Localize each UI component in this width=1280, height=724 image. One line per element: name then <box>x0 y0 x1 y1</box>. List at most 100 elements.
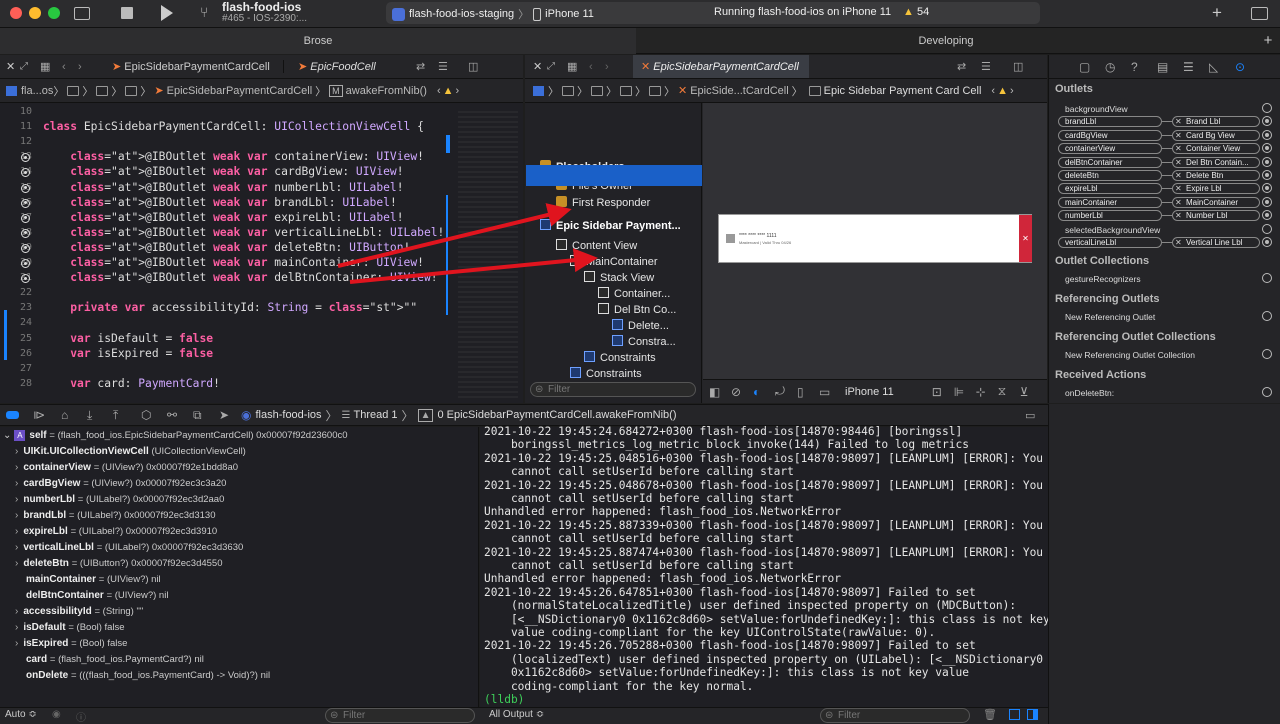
grid-icon[interactable]: ▦ <box>40 60 62 73</box>
variable-row[interactable]: ⌄ Aself = (flash_food_ios.EpicSidebarPaym… <box>3 430 348 441</box>
bug-icon[interactable]: ⊘ <box>731 385 753 399</box>
cell-preview[interactable]: **** **** **** 1111 Mastercard | Valid T… <box>718 214 1032 263</box>
outline-item[interactable]: MainContainer <box>570 255 658 268</box>
identity-icon[interactable]: ▤ <box>1157 60 1183 74</box>
connected-icon[interactable] <box>1262 237 1272 247</box>
disclosure-icon[interactable]: › <box>15 622 18 633</box>
delete-button[interactable]: ✕ <box>1019 215 1032 262</box>
continue-icon[interactable]: ⌂ <box>61 408 87 422</box>
outline-item[interactable]: Stack View <box>584 271 654 284</box>
outline-item[interactable]: Constraints <box>584 351 656 364</box>
back-icon[interactable]: ‹ <box>62 61 78 73</box>
back-icon[interactable]: ‹ <box>589 61 605 73</box>
outlet-name[interactable]: verticalLineLbl <box>1058 237 1162 248</box>
outlet-target[interactable]: Number Lbl <box>1172 210 1260 222</box>
variable-row[interactable]: mainContainer = (UIView?) nil <box>26 574 161 585</box>
connect-icon[interactable] <box>1262 103 1272 113</box>
size-icon[interactable]: ◺ <box>1209 60 1235 74</box>
remove-connection-icon[interactable]: ✕ <box>1175 171 1182 180</box>
outlet-target[interactable]: Expire Lbl <box>1172 183 1260 195</box>
remove-connection-icon[interactable]: ✕ <box>1175 198 1182 207</box>
variable-row[interactable]: onDelete = (((flash_food_ios.PaymentCard… <box>26 670 270 681</box>
connect-icon[interactable] <box>1262 349 1272 359</box>
outlet-connection-icon[interactable] <box>21 183 30 193</box>
disclosure-icon[interactable]: › <box>15 606 18 617</box>
outline-toggle-icon[interactable]: ◧ <box>709 385 731 399</box>
navigator-toggle-icon[interactable] <box>74 7 90 20</box>
variable-row[interactable]: › expireLbl = (UILabel?) 0x00007f92ec3d39… <box>15 526 217 537</box>
editor-tab-cell[interactable]: ➤ EpicSidebarPaymentCardCell <box>106 60 284 73</box>
remove-connection-icon[interactable]: ✕ <box>1175 238 1182 247</box>
disclosure-icon[interactable]: › <box>15 510 18 521</box>
variable-row[interactable]: › deleteBtn = (UIButton?) 0x00007f92ec3d4… <box>15 558 222 569</box>
stop-icon[interactable] <box>121 7 133 19</box>
outlet-target[interactable]: Vertical Line Lbl <box>1172 237 1260 248</box>
remove-connection-icon[interactable]: ✕ <box>1175 158 1182 167</box>
grid-icon[interactable]: ▦ <box>567 60 589 73</box>
connected-icon[interactable] <box>1262 156 1272 167</box>
editor-options-icon[interactable]: ☰ <box>438 60 468 73</box>
outlet-target[interactable]: Brand Lbl <box>1172 116 1260 128</box>
layout-icon[interactable]: ▭ <box>819 385 841 399</box>
close-window-button[interactable] <box>10 7 22 19</box>
outline-item[interactable]: Del Btn Co... <box>598 303 676 316</box>
outlet-name[interactable]: numberLbl <box>1058 210 1162 222</box>
memory-graph-icon[interactable]: ⚯ <box>167 408 193 422</box>
outlet-target[interactable]: Del Btn Contain... <box>1172 156 1260 168</box>
outlet-name[interactable]: mainContainer <box>1058 196 1162 208</box>
history-icon[interactable]: ◷ <box>1105 60 1131 74</box>
variable-row[interactable]: › verticalLineLbl = (UILabel?) 0x00007f92… <box>15 542 243 553</box>
variable-row[interactable]: › isExpired = (Bool) false <box>15 638 127 649</box>
outline-item[interactable]: Content View <box>556 239 637 252</box>
attributes-icon[interactable]: ☰ <box>1183 60 1209 74</box>
auto-selector[interactable]: Auto ≎ <box>5 709 37 720</box>
outlet-target[interactable]: Container View <box>1172 143 1260 155</box>
outlet-name[interactable]: cardBgView <box>1058 129 1162 141</box>
disclosure-icon[interactable]: › <box>15 478 18 489</box>
remove-connection-icon[interactable]: ✕ <box>1175 184 1182 193</box>
connect-icon[interactable] <box>1262 223 1272 234</box>
variables-filter[interactable]: ⊜ Filter <box>325 708 475 723</box>
forward-icon[interactable]: › <box>78 61 106 73</box>
minimize-window-button[interactable] <box>29 7 41 19</box>
variable-row[interactable]: › accessibilityId = (String) "" <box>15 606 143 617</box>
output-selector[interactable]: All Output ≎ <box>489 709 544 720</box>
remove-connection-icon[interactable]: ✕ <box>1175 117 1182 126</box>
outline-item[interactable]: Epic Sidebar Payment... <box>540 219 681 232</box>
expand-icon[interactable]: ⤢ <box>547 61 567 72</box>
document-outline[interactable]: PlaceholdersFile's OwnerFirst ResponderE… <box>525 103 702 403</box>
connect-icon[interactable] <box>1262 387 1272 397</box>
outlet-connection-icon[interactable] <box>21 259 30 268</box>
variable-row[interactable]: › isDefault = (Bool) false <box>15 622 125 633</box>
outline-item[interactable]: Constra... <box>612 335 676 348</box>
disclosure-icon[interactable]: › <box>15 558 18 569</box>
step-into-icon[interactable]: ⤒ <box>113 408 141 423</box>
outlet-target[interactable]: Card Bg View <box>1172 129 1260 141</box>
outlet-connection-icon[interactable] <box>21 198 30 208</box>
debug-area-toggle[interactable] <box>6 411 19 419</box>
appearance-icon[interactable]: ◐ <box>753 385 775 399</box>
align-icon[interactable]: ⊫ <box>954 385 976 399</box>
connected-icon[interactable] <box>1262 129 1272 140</box>
tab-developing[interactable]: Developing <box>637 28 1255 54</box>
show-variables-icon[interactable] <box>1009 709 1020 720</box>
warning-count[interactable]: ▲ 54 <box>903 6 929 18</box>
connected-icon[interactable] <box>1262 170 1272 180</box>
hide-debug-icon[interactable]: ▭ <box>1025 409 1035 422</box>
disclosure-icon[interactable]: › <box>15 446 18 457</box>
related-items-icon[interactable]: ⇄ <box>957 60 981 73</box>
scheme-selector[interactable]: flash-food-ios-staging 〉 iPhone 11 <box>392 6 594 22</box>
outline-item[interactable]: Delete... <box>612 319 669 332</box>
variable-row[interactable]: › numberLbl = (UILabel?) 0x00007f92ec3d2a… <box>15 494 224 505</box>
lldb-prompt[interactable]: (lldb) <box>484 693 524 706</box>
outlet-name[interactable]: deleteBtn <box>1058 170 1162 181</box>
add-icon[interactable]: + <box>1212 3 1222 23</box>
split-editor-icon[interactable]: ◫ <box>468 60 478 73</box>
disclosure-icon[interactable]: › <box>15 462 18 473</box>
related-items-icon[interactable]: ⇄ <box>416 60 438 73</box>
trash-icon[interactable]: 🗑 <box>983 708 997 721</box>
forward-icon[interactable]: › <box>605 61 633 73</box>
outline-filter[interactable]: ⊜ Filter <box>530 382 696 397</box>
close-icon[interactable]: ✕ <box>6 60 20 73</box>
split-editor-icon[interactable]: ◫ <box>1013 60 1023 73</box>
